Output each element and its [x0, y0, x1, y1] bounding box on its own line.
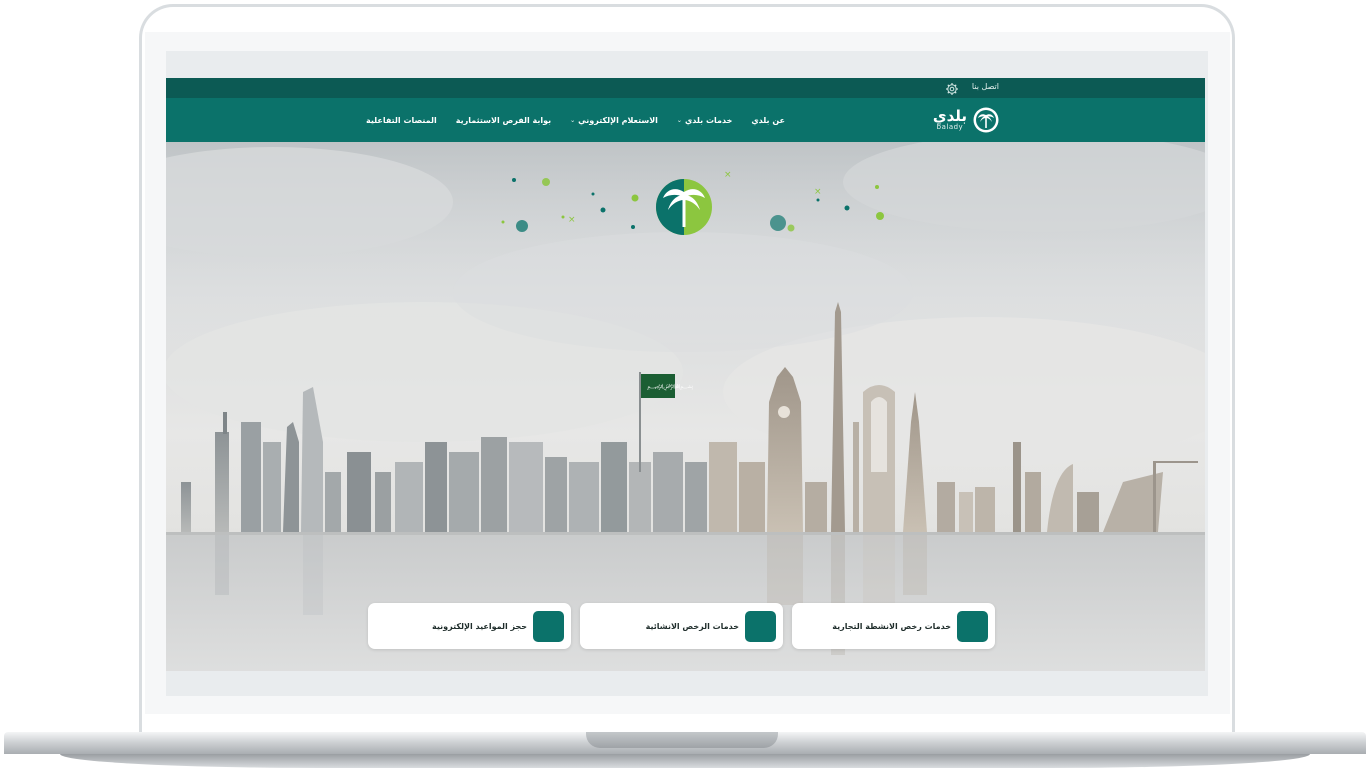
main-navbar: بلدي balady عن بلدي خدمات بلدي ⌄ الاستعل…	[166, 98, 1205, 142]
palm-tree-emblem-icon	[656, 179, 712, 235]
laptop-base-bottom	[60, 754, 1310, 768]
hero-artwork: × × × ﷽	[166, 142, 1205, 671]
laptop-screen: اتصل بنا بلدي balady عن بلدي خدمات بلدي …	[166, 51, 1208, 696]
logo-wordmark: بلدي balady	[933, 109, 967, 131]
gear-icon[interactable]	[945, 81, 959, 95]
nav-item-inquiry[interactable]: الاستعلام الإلكتروني ⌄	[570, 116, 658, 125]
service-card-label: خدمات الرخص الانشائية	[645, 621, 739, 631]
logo-latin-text: balady	[936, 123, 964, 131]
nav-item-label: الاستعلام الإلكتروني	[578, 115, 658, 125]
nav-item-label: خدمات بلدي	[684, 115, 733, 125]
main-nav: عن بلدي خدمات بلدي ⌄ الاستعلام الإلكترون…	[366, 98, 785, 142]
hero-banner: × × × ﷽ خدمات رخص الانشطة التجارية خدمات…	[166, 142, 1205, 671]
contact-us-link[interactable]: اتصل بنا	[972, 82, 999, 91]
svg-text:×: ×	[724, 170, 732, 180]
nav-item-label: المنصات التفاعلية	[366, 115, 437, 125]
balady-website: اتصل بنا بلدي balady عن بلدي خدمات بلدي …	[166, 78, 1205, 671]
svg-text:×: ×	[568, 215, 576, 225]
service-cards: خدمات رخص الانشطة التجارية خدمات الرخص ا…	[166, 603, 1205, 649]
nav-item-services[interactable]: خدمات بلدي ⌄	[677, 116, 732, 125]
chevron-down-icon: ⌄	[570, 116, 576, 124]
nav-item-label: بوابة الفرص الاستثمارية	[455, 115, 552, 125]
nav-item-investment-portal[interactable]: بوابة الفرص الاستثمارية	[456, 116, 551, 125]
nav-item-label: عن بلدي	[751, 115, 785, 125]
svg-text:×: ×	[814, 187, 822, 197]
service-card-label: خدمات رخص الانشطة التجارية	[832, 621, 951, 631]
laptop-notch	[586, 732, 778, 748]
nav-item-about[interactable]: عن بلدي	[751, 116, 785, 125]
balady-logo[interactable]: بلدي balady	[927, 106, 999, 134]
chevron-down-icon: ⌄	[676, 116, 682, 124]
license-seal-icon	[793, 604, 988, 642]
svg-text:﷽: ﷽	[647, 383, 693, 391]
nav-item-interactive-platforms[interactable]: المنصات التفاعلية	[366, 116, 437, 125]
building-icon	[582, 604, 776, 642]
logo-arabic-text: بلدي	[932, 107, 967, 125]
service-card-commercial-licenses[interactable]: خدمات رخص الانشطة التجارية	[792, 603, 995, 649]
service-card-appointment-booking[interactable]: حجز المواعيد الإلكترونية	[368, 603, 571, 649]
calendar-icon	[370, 606, 564, 642]
service-card-construction-licenses[interactable]: خدمات الرخص الانشائية	[580, 603, 783, 649]
service-card-label: حجز المواعيد الإلكترونية	[432, 621, 527, 631]
top-utility-bar: اتصل بنا	[166, 78, 1205, 98]
palm-tree-logo-icon	[973, 107, 999, 133]
